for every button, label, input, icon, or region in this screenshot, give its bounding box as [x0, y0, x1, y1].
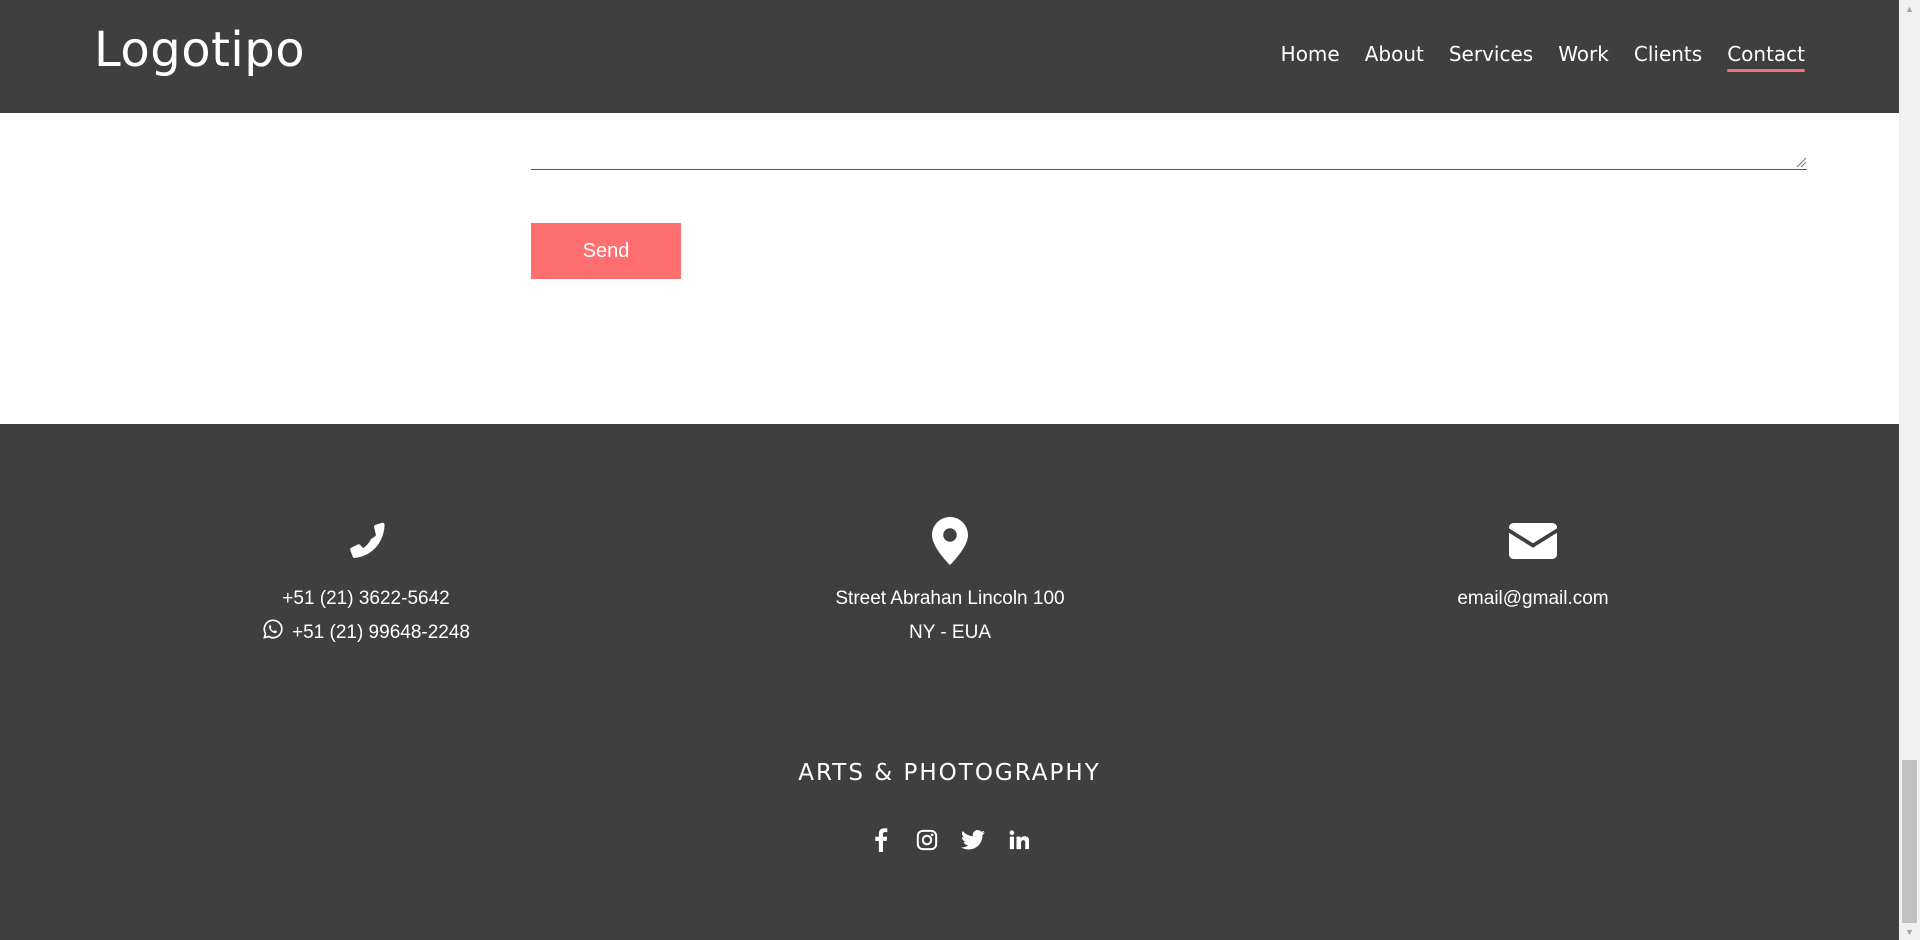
- nav-work[interactable]: Work: [1558, 42, 1609, 70]
- contact-address: Street Abrahan Lincoln 100 NY - EUA: [750, 516, 1150, 650]
- nav-services[interactable]: Services: [1449, 42, 1533, 70]
- main-nav: Home About Services Work Clients Contact: [1281, 42, 1805, 72]
- footer-tagline: ARTS & PHOTOGRAPHY: [798, 760, 1101, 786]
- social-links: [0, 828, 1899, 852]
- scrollbar-thumb[interactable]: [1902, 760, 1917, 923]
- facebook-icon[interactable]: [869, 828, 893, 852]
- page-scrollbar[interactable]: ▲ ▼: [1899, 0, 1920, 940]
- nav-about[interactable]: About: [1365, 42, 1424, 70]
- nav-clients[interactable]: Clients: [1634, 42, 1702, 70]
- instagram-icon[interactable]: [915, 828, 939, 852]
- whatsapp-number: +51 (21) 99648-2248: [291, 622, 470, 643]
- whatsapp-line: +51 (21) 99648-2248: [166, 616, 566, 652]
- site-header: Logotipo Home About Services Work Client…: [0, 0, 1899, 113]
- scroll-down-icon[interactable]: ▼: [1899, 923, 1920, 940]
- phone-number: +51 (21) 3622-5642: [282, 588, 450, 609]
- contact-phone: +51 (21) 3622-5642 +51 (21) 99648-2248: [166, 516, 566, 652]
- nav-home[interactable]: Home: [1281, 42, 1340, 70]
- send-button[interactable]: Send: [531, 223, 681, 279]
- contact-email: email@gmail.com: [1333, 516, 1733, 616]
- map-pin-icon: [750, 516, 1150, 566]
- resize-handle-icon[interactable]: [1795, 156, 1807, 168]
- address-line-1: Street Abrahan Lincoln 100: [835, 588, 1065, 609]
- message-textarea[interactable]: [531, 113, 1807, 170]
- nav-contact[interactable]: Contact: [1727, 42, 1805, 72]
- logo[interactable]: Logotipo: [94, 22, 305, 78]
- address-line-2: NY - EUA: [908, 622, 991, 643]
- envelope-icon: [1333, 516, 1733, 566]
- phone-icon: [166, 516, 566, 566]
- linkedin-icon[interactable]: [1007, 828, 1031, 852]
- whatsapp-icon: [262, 618, 284, 652]
- email-address[interactable]: email@gmail.com: [1333, 582, 1733, 616]
- twitter-icon[interactable]: [960, 828, 985, 852]
- scroll-up-icon[interactable]: ▲: [1899, 0, 1920, 17]
- site-footer: +51 (21) 3622-5642 +51 (21) 99648-2248 S…: [0, 424, 1899, 940]
